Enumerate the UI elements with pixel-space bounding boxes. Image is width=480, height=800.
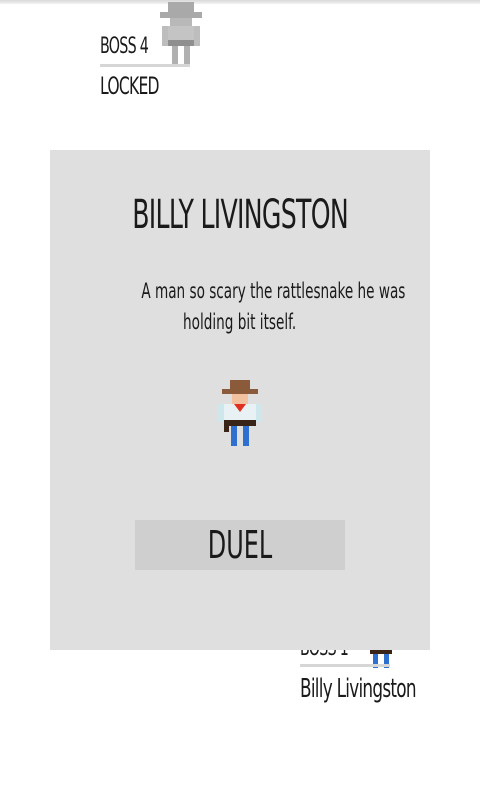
duel-button-label: DUEL — [207, 523, 273, 567]
description-line-2: holding bit itself. — [183, 310, 297, 334]
boss-dialog: BILLY LIVINGSTON A man so scary the ratt… — [50, 150, 430, 650]
boss-divider — [100, 64, 190, 67]
boss-name-label: LOCKED — [100, 72, 160, 100]
boss-name-label: Billy Livingston — [300, 674, 417, 704]
description-line-1: A man so scary the rattlesnake he was — [141, 279, 406, 303]
status-bar-edge — [0, 0, 480, 4]
locked-boss-sprite-icon — [160, 2, 202, 66]
boss-name-title: BILLY LIVINGSTON — [132, 192, 348, 238]
boss-description: A man so scary the rattlesnake he was ho… — [90, 276, 405, 338]
duel-button[interactable]: DUEL — [135, 520, 345, 570]
cowboy-sprite-icon — [218, 380, 262, 446]
boss-4-node[interactable]: BOSS 4 LOCKED — [100, 0, 220, 110]
dialog-title: BILLY LIVINGSTON — [50, 192, 430, 238]
boss-number-label: BOSS 4 — [100, 34, 149, 59]
boss-divider — [300, 664, 390, 667]
